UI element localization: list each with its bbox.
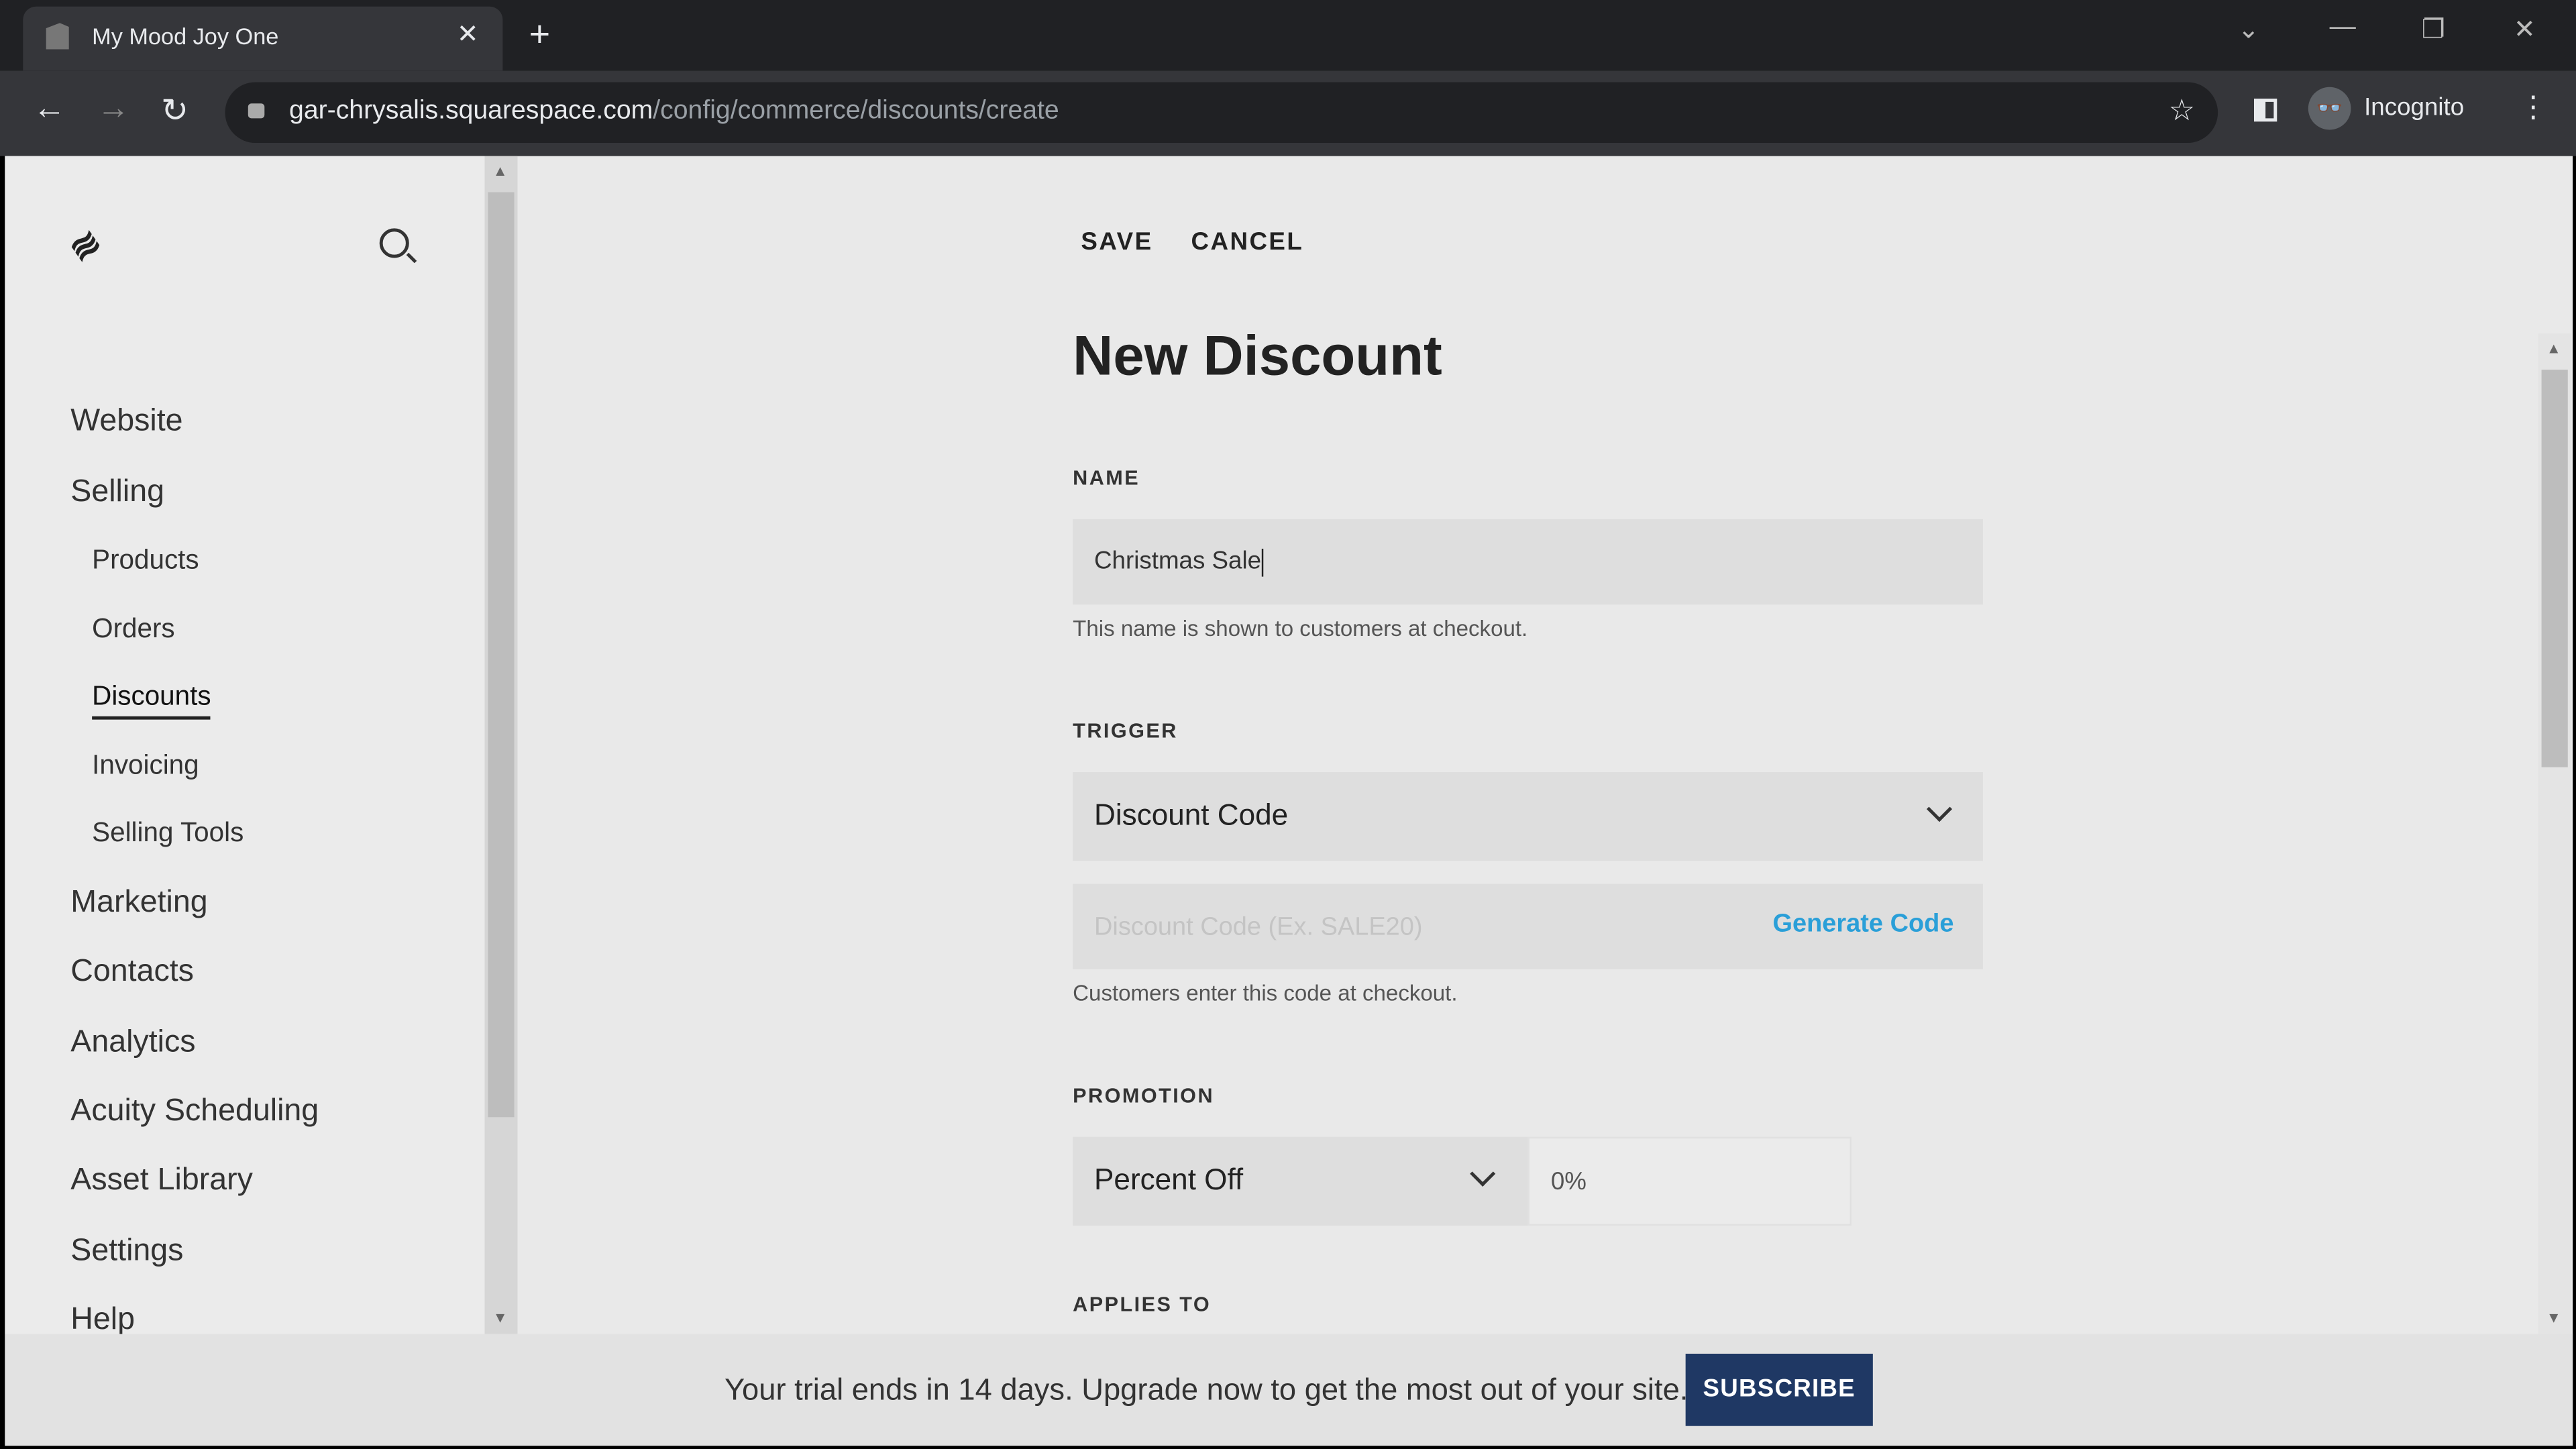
main-scrollbar[interactable]: ▲ ▼ xyxy=(2538,333,2571,1334)
scroll-down-icon[interactable]: ▼ xyxy=(493,1309,508,1326)
sidebar-item-orders[interactable]: Orders xyxy=(92,614,175,646)
promotion-amount-placeholder: 0% xyxy=(1550,1168,1587,1196)
squarespace-logo-icon[interactable]: ≋ xyxy=(61,220,111,272)
lock-icon xyxy=(248,103,265,119)
side-panel-icon[interactable] xyxy=(2254,98,2277,122)
close-window-icon[interactable]: ✕ xyxy=(2514,13,2536,46)
profile-button[interactable]: 👓 Incognito xyxy=(2308,87,2464,130)
minimize-icon[interactable]: — xyxy=(2330,13,2356,43)
discount-code-input[interactable]: Discount Code (Ex. SALE20) Generate Code xyxy=(1073,883,1983,969)
browser-toolbar: ← → ↻ gar-chrysalis.squarespace.com/conf… xyxy=(0,70,2576,156)
name-input[interactable]: Christmas Sale xyxy=(1073,519,1983,605)
generate-code-button[interactable]: Generate Code xyxy=(1772,910,1953,940)
name-value: Christmas Sale xyxy=(1094,547,1262,576)
trial-message: Your trial ends in 14 days. Upgrade now … xyxy=(724,1371,1688,1407)
scroll-up-icon[interactable]: ▲ xyxy=(493,162,508,178)
promotion-type-select[interactable]: Percent Off xyxy=(1073,1136,1528,1226)
page: ≋ Website Selling Products Orders Discou… xyxy=(5,156,2573,1446)
save-button[interactable]: SAVE xyxy=(1081,228,1152,256)
bookmark-star-icon[interactable]: ☆ xyxy=(2169,94,2196,128)
main-scroll-thumb[interactable] xyxy=(2541,370,2568,767)
sidebar-item-selling-tools[interactable]: Selling Tools xyxy=(92,818,244,850)
scroll-up-icon[interactable]: ▲ xyxy=(2546,340,2561,356)
name-help: This name is shown to customers at check… xyxy=(1073,616,1528,641)
sidebar-item-products[interactable]: Products xyxy=(92,545,199,577)
applies-to-label: APPLIES TO xyxy=(1073,1293,1212,1316)
sidebar-scroll-thumb[interactable] xyxy=(488,192,515,1118)
profile-label: Incognito xyxy=(2364,93,2465,122)
address-bar[interactable]: gar-chrysalis.squarespace.com/config/com… xyxy=(225,82,2218,144)
sidebar-item-discounts[interactable]: Discounts xyxy=(92,682,211,720)
forward-icon[interactable]: → xyxy=(97,91,129,128)
sidebar-item-website[interactable]: Website xyxy=(70,404,182,440)
trigger-select[interactable]: Discount Code xyxy=(1073,772,1983,861)
url-domain: gar-chrysalis.squarespace.com xyxy=(289,97,653,125)
sidebar-item-marketing[interactable]: Marketing xyxy=(70,885,207,922)
close-tab-icon[interactable]: ✕ xyxy=(457,18,479,51)
chevron-down-icon xyxy=(1926,796,1953,822)
trigger-help: Customers enter this code at checkout. xyxy=(1073,981,1458,1006)
new-tab-icon[interactable]: + xyxy=(529,13,550,56)
trigger-value: Discount Code xyxy=(1094,798,1289,832)
back-icon[interactable]: ← xyxy=(33,91,66,128)
browser-tab[interactable]: My Mood Joy One ✕ xyxy=(23,6,503,71)
page-title: New Discount xyxy=(1073,325,1442,388)
sidebar-scrollbar[interactable]: ▲ ▼ xyxy=(484,156,518,1334)
trigger-label: TRIGGER xyxy=(1073,719,1178,743)
cancel-button[interactable]: CANCEL xyxy=(1191,228,1304,256)
sidebar-item-asset-library[interactable]: Asset Library xyxy=(70,1163,253,1199)
favicon-icon xyxy=(46,23,69,50)
subscribe-button[interactable]: SUBSCRIBE xyxy=(1685,1353,1873,1426)
sidebar-item-analytics[interactable]: Analytics xyxy=(70,1025,195,1061)
url-path: /config/commerce/discounts/create xyxy=(653,97,1059,125)
sidebar-item-invoicing[interactable]: Invoicing xyxy=(92,751,199,782)
search-icon[interactable] xyxy=(379,228,409,258)
sidebar-item-contacts[interactable]: Contacts xyxy=(70,955,194,991)
reload-icon[interactable]: ↻ xyxy=(161,91,189,131)
sidebar: ≋ Website Selling Products Orders Discou… xyxy=(5,156,485,1337)
sidebar-item-selling[interactable]: Selling xyxy=(70,475,164,511)
sidebar-item-acuity-scheduling[interactable]: Acuity Scheduling xyxy=(70,1094,319,1130)
tab-search-icon[interactable]: ⌄ xyxy=(2238,13,2260,46)
promotion-label: PROMOTION xyxy=(1073,1084,1215,1108)
scroll-down-icon[interactable]: ▼ xyxy=(2546,1309,2561,1326)
promotion-amount-input[interactable]: 0% xyxy=(1527,1136,1852,1226)
incognito-icon: 👓 xyxy=(2308,87,2351,130)
trial-banner: Your trial ends in 14 days. Upgrade now … xyxy=(5,1334,2573,1446)
chevron-down-icon xyxy=(1470,1161,1496,1187)
more-menu-icon[interactable]: ⋮ xyxy=(2518,91,2548,125)
sidebar-item-settings[interactable]: Settings xyxy=(70,1234,183,1270)
restore-icon[interactable]: ❐ xyxy=(2422,13,2445,46)
tab-strip: My Mood Joy One ✕ + ⌄ — ❐ ✕ xyxy=(0,0,2576,71)
name-label: NAME xyxy=(1073,466,1140,490)
tab-title: My Mood Joy One xyxy=(92,23,279,50)
promotion-type-value: Percent Off xyxy=(1094,1163,1244,1196)
discount-code-placeholder: Discount Code (Ex. SALE20) xyxy=(1094,913,1423,942)
